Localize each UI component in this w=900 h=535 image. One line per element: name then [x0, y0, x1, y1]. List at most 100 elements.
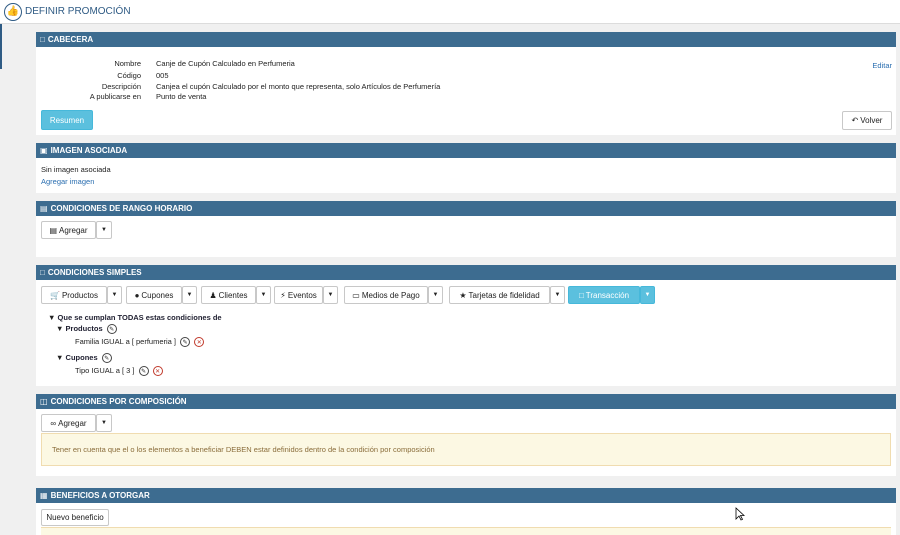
transaccion-dropdown-toggle[interactable]: ▼ [640, 286, 655, 304]
nuevo-beneficio-label: Nuevo beneficio [46, 513, 104, 522]
tree-root[interactable]: ▼ Que se cumplan TODAS estas condiciones… [48, 313, 222, 322]
medios-pago-button[interactable]: ▭ Medios de Pago [344, 286, 428, 304]
top-bar: 👍 DEFINIR PROMOCIÓN [0, 0, 900, 24]
field-label: Nombre [114, 59, 141, 68]
clientes-dropdown-toggle[interactable]: ▼ [256, 286, 271, 304]
imagen-status: Sin imagen asociada [41, 165, 111, 174]
tarjetas-fidelidad-dropdown-toggle[interactable]: ▼ [550, 286, 565, 304]
tarjetas-fidelidad-button[interactable]: ★ Tarjetas de fidelidad [449, 286, 550, 304]
caret-down-icon: ▼ [56, 353, 64, 362]
medios-pago-label: Medios de Pago [361, 290, 420, 300]
pencil-icon[interactable]: ✎ [180, 337, 191, 348]
field-label: Descripción [101, 82, 141, 91]
field-publicacion: A publicarse en Punto de venta [36, 92, 336, 104]
tree-group-productos[interactable]: ▼ Productos ✎ [56, 324, 117, 335]
condition-text: Tipo IGUAL a [ 3 ] [75, 366, 135, 375]
edit-link[interactable]: Editar [872, 61, 892, 70]
caret-down-icon: ▼ [186, 292, 193, 298]
cabecera-header: □ CABECERA [36, 32, 896, 47]
pencil-icon[interactable]: ✎ [106, 324, 117, 335]
cupones-dropdown-toggle[interactable]: ▼ [182, 286, 197, 304]
resumen-button[interactable]: Resumen [41, 110, 93, 130]
composicion-panel: ◫ CONDICIONES POR COMPOSICIÓN ∞ Agregar … [36, 394, 896, 476]
copy-icon: ◫ [40, 397, 48, 406]
imagen-header: ▣ IMAGEN ASOCIADA [36, 143, 896, 158]
caret-down-icon: ▼ [554, 292, 561, 298]
imagen-panel: ▣ IMAGEN ASOCIADA Sin imagen asociada Ag… [36, 143, 896, 193]
reply-icon: ↶ [851, 116, 859, 125]
imagen-title: IMAGEN ASOCIADA [50, 146, 128, 155]
bolt-icon: ⚡ [280, 290, 286, 300]
eventos-dropdown-toggle[interactable]: ▼ [323, 286, 338, 304]
composicion-title: CONDICIONES POR COMPOSICIÓN [50, 397, 187, 406]
mouse-cursor-icon [735, 507, 745, 521]
nuevo-beneficio-button[interactable]: Nuevo beneficio [41, 509, 109, 526]
caret-down-icon: ▼ [101, 227, 107, 233]
bookmark-icon: □ [40, 35, 45, 44]
calendar-icon: ▤ [40, 204, 48, 213]
composicion-warning: Tener en cuenta que el o los elementos a… [41, 433, 891, 466]
productos-dropdown-toggle[interactable]: ▼ [107, 286, 122, 304]
tag-icon: ● [134, 290, 140, 300]
caret-down-icon: ▼ [101, 420, 107, 426]
composicion-header: ◫ CONDICIONES POR COMPOSICIÓN [36, 394, 896, 409]
beneficios-title: BENEFICIOS A OTORGAR [50, 491, 150, 500]
field-value: Canjea el cupón Calculado por el monto q… [156, 82, 441, 91]
field-nombre: Nombre Canje de Cupón Calculado en Perfu… [36, 59, 336, 71]
composicion-agregar-label: Agregar [58, 418, 87, 428]
rango-header: ▤ CONDICIONES DE RANGO HORARIO [36, 201, 896, 216]
field-value: Canje de Cupón Calculado en Perfumeria [156, 59, 295, 68]
caret-down-icon: ▼ [432, 292, 439, 298]
cart-icon: 🛒 [50, 290, 60, 300]
tree-item-familia: Familia IGUAL a [ perfumeria ] ✎ ✕ [75, 337, 205, 348]
caret-down-icon: ▼ [48, 313, 56, 322]
pencil-icon[interactable]: ✎ [101, 353, 112, 364]
productos-button[interactable]: 🛒 Productos [41, 286, 107, 304]
composicion-agregar-button[interactable]: ∞ Agregar [41, 414, 96, 432]
pencil-icon[interactable]: ✎ [138, 366, 149, 377]
cupones-label: Cupones [141, 290, 174, 300]
tree-group-cupones[interactable]: ▼ Cupones ✎ [56, 353, 112, 364]
left-accent-strip [0, 24, 2, 69]
condition-text: Familia IGUAL a [ perfumeria ] [75, 337, 177, 346]
field-value: Punto de venta [156, 92, 207, 101]
rango-title: CONDICIONES DE RANGO HORARIO [50, 204, 193, 213]
field-value: 005 [156, 71, 169, 80]
beneficios-warning-strip [41, 527, 891, 535]
rango-agregar-button[interactable]: ▤ Agregar [41, 221, 96, 239]
user-icon: ♟ [209, 290, 217, 300]
calendar-icon: ▤ [49, 225, 58, 235]
file-icon: □ [40, 268, 45, 277]
tree-item-tipo: Tipo IGUAL a [ 3 ] ✎ ✕ [75, 366, 163, 377]
clientes-button[interactable]: ♟ Clientes [201, 286, 256, 304]
simples-title: CONDICIONES SIMPLES [47, 268, 142, 277]
cabecera-panel: □ CABECERA Nombre Canje de Cupón Calcula… [36, 32, 896, 135]
simples-header: □ CONDICIONES SIMPLES [36, 265, 896, 280]
credit-card-icon: ▭ [352, 290, 360, 300]
link-icon: ∞ [50, 418, 57, 428]
caret-down-icon: ▼ [111, 292, 118, 298]
volver-label: Volver [860, 116, 883, 125]
eventos-button[interactable]: ⚡ Eventos [274, 286, 323, 304]
agregar-imagen-link[interactable]: Agregar imagen [41, 177, 94, 186]
eventos-label: Eventos [287, 290, 317, 300]
gift-icon: ▦ [40, 491, 48, 500]
star-icon: ★ [459, 290, 467, 300]
caret-down-icon: ▼ [260, 292, 267, 298]
rango-dropdown-toggle[interactable]: ▼ [96, 221, 112, 239]
cupones-button[interactable]: ● Cupones [126, 286, 182, 304]
simples-panel: □ CONDICIONES SIMPLES 🛒 Productos ▼ ● Cu… [36, 265, 896, 386]
file-icon: □ [578, 290, 584, 300]
remove-icon[interactable]: ✕ [194, 337, 205, 348]
beneficios-panel: ▦ BENEFICIOS A OTORGAR Nuevo beneficio [36, 488, 896, 535]
rango-agregar-label: Agregar [59, 225, 88, 235]
remove-icon[interactable]: ✕ [152, 366, 163, 377]
group-label: Cupones [65, 353, 98, 362]
beneficios-header: ▦ BENEFICIOS A OTORGAR [36, 488, 896, 503]
composicion-dropdown-toggle[interactable]: ▼ [96, 414, 112, 432]
field-label: A publicarse en [89, 92, 141, 101]
medios-pago-dropdown-toggle[interactable]: ▼ [428, 286, 443, 304]
group-label: Productos [65, 324, 103, 333]
volver-button[interactable]: ↶ Volver [842, 111, 892, 130]
transaccion-button[interactable]: □ Transacción [568, 286, 640, 304]
